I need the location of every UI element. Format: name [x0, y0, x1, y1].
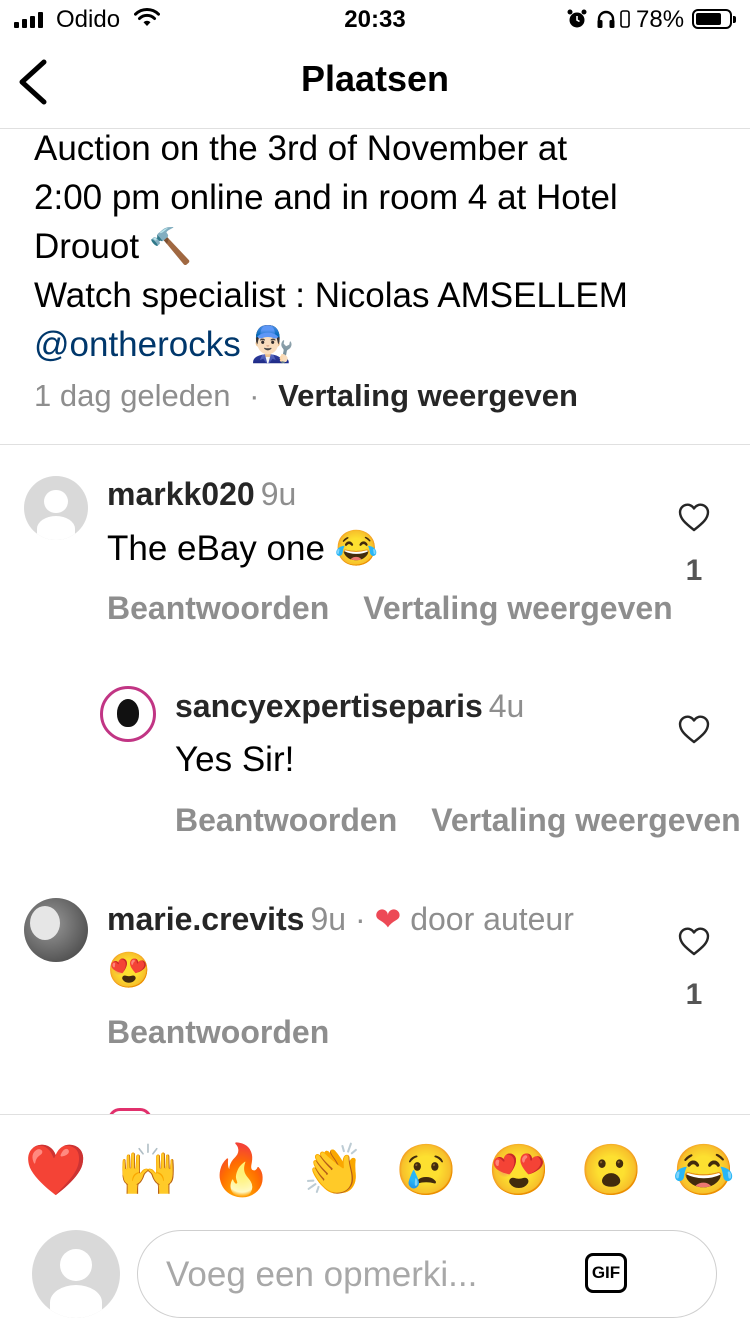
comment-header: markk020 9u — [107, 476, 296, 513]
current-user-avatar — [32, 1230, 120, 1318]
comment-text: Yes Sir! — [175, 740, 295, 779]
battery-icon — [692, 9, 736, 29]
comment-header: sancyexpertiseparis 4u — [175, 688, 524, 725]
comment-actions: Beantwoorden Vertaling weergeven — [107, 590, 707, 627]
comment-actions: Beantwoorden Vertaling weergeven — [175, 802, 750, 839]
orientation-lock-icon — [620, 10, 630, 28]
laughing-emoji-button[interactable]: 😂 — [672, 1138, 736, 1202]
clapping-emoji-button[interactable]: 👏 — [302, 1138, 366, 1202]
heart-outline-icon[interactable] — [677, 713, 711, 745]
separator-dot: · — [249, 378, 260, 413]
headphones-icon — [597, 10, 615, 28]
avatar[interactable] — [24, 476, 88, 540]
heart-outline-icon[interactable] — [677, 501, 711, 533]
comment-input-container: GIF — [137, 1230, 717, 1318]
comment-text: 😍 — [107, 951, 151, 990]
comment-time: 4u — [488, 688, 525, 724]
raised-hands-emoji-button[interactable]: 🙌 — [117, 1138, 181, 1202]
caption-line: Drouot 🔨 — [34, 227, 193, 266]
post-time-ago: 1 dag geleden — [34, 378, 231, 413]
liked-by-author-label: door auteur — [410, 901, 574, 937]
gif-button[interactable]: GIF — [585, 1253, 627, 1293]
comment-time: 9u — [310, 901, 347, 937]
avatar[interactable] — [24, 898, 88, 962]
caption-line: 2:00 pm online and in room 4 at Hotel — [34, 178, 618, 217]
mechanic-emoji: 👨🏻‍🔧 — [250, 325, 295, 364]
see-translation-link[interactable]: Vertaling weergeven — [431, 802, 740, 838]
top-navigation-bar: Plaatsen — [0, 40, 750, 129]
comment-header: marie.crevits 9u · ❤ door auteur — [107, 900, 574, 938]
quick-reaction-bar: ❤️ 🙌 🔥 👏 😢 😍 😮 😂 — [24, 1138, 736, 1202]
mask-logo-icon — [117, 699, 139, 727]
fire-emoji-button[interactable]: 🔥 — [209, 1138, 273, 1202]
like-count: 1 — [685, 978, 703, 1011]
divider — [0, 444, 750, 445]
see-translation-link[interactable]: Vertaling weergeven — [278, 378, 578, 413]
surprised-emoji-button[interactable]: 😮 — [579, 1138, 643, 1202]
caption-meta: 1 dag geleden · Vertaling weergeven — [34, 378, 578, 414]
battery-percentage: 78% — [636, 6, 685, 33]
avatar[interactable] — [100, 686, 156, 742]
reply-button[interactable]: Beantwoorden — [107, 1014, 329, 1050]
status-bar: Odido 20:33 78% — [0, 0, 750, 40]
caption-line: Auction on the 3rd of November at — [34, 129, 568, 168]
comment-input[interactable] — [164, 1247, 588, 1303]
see-translation-link[interactable]: Vertaling weergeven — [363, 590, 672, 626]
crying-emoji-button[interactable]: 😢 — [394, 1138, 458, 1202]
comment-actions: Beantwoorden — [107, 1014, 363, 1051]
comment-time: 9u — [260, 476, 297, 512]
like-count: 1 — [685, 554, 703, 587]
comment-text: The eBay one 😂 — [107, 529, 379, 568]
comment-username[interactable]: marie.crevits — [107, 901, 304, 937]
reply-button[interactable]: Beantwoorden — [175, 802, 397, 838]
heart-eyes-emoji-button[interactable]: 😍 — [487, 1138, 551, 1202]
heart-outline-icon[interactable] — [677, 925, 711, 957]
heart-emoji-button[interactable]: ❤️ — [24, 1138, 88, 1202]
caption-line: Watch specialist : Nicolas AMSELLEM — [34, 276, 628, 315]
alarm-icon — [567, 9, 587, 28]
separator-dot: · — [354, 901, 366, 937]
reply-button[interactable]: Beantwoorden — [107, 590, 329, 626]
comment-username[interactable]: sancyexpertiseparis — [175, 688, 483, 724]
page-title: Plaatsen — [300, 58, 450, 99]
liked-by-author-heart-icon: ❤ — [374, 901, 402, 937]
comment-username[interactable]: markk020 — [107, 476, 255, 512]
post-caption: Auction on the 3rd of November at 2:00 p… — [34, 124, 724, 369]
mention-link[interactable]: @ontherocks — [34, 325, 241, 364]
